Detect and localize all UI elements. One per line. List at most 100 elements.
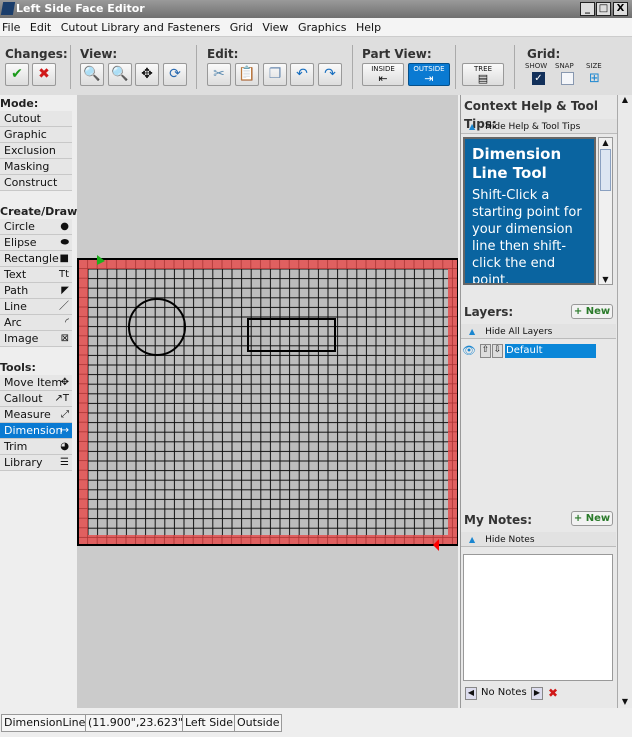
copy-icon[interactable]: ❐ [263, 63, 287, 86]
window-title: Left Side Face Editor [16, 2, 145, 15]
minimize-button[interactable]: _ [580, 2, 595, 16]
menu-edit[interactable]: Edit [30, 21, 51, 34]
tree-icon: ▤ [477, 72, 489, 85]
delete-note-icon[interactable]: ✖ [548, 686, 558, 700]
maximize-button[interactable]: □ [596, 2, 611, 16]
tool-measure[interactable]: Measure ⤢ [0, 407, 72, 423]
create-text[interactable]: Text Tt [0, 267, 72, 283]
notes-area[interactable] [463, 554, 613, 681]
item-label: Dimension [4, 424, 63, 437]
divider [70, 45, 71, 89]
move-layer-up-icon[interactable]: ⇧ [480, 344, 491, 358]
mode-header: Mode: [0, 97, 39, 110]
new-note-button[interactable]: + New [571, 511, 613, 526]
collapse-icon: ▲ [469, 535, 476, 544]
item-label: Measure [4, 408, 51, 421]
scroll-down-icon[interactable]: ▼ [599, 275, 612, 284]
mode-cutout[interactable]: Cutout [0, 111, 72, 127]
create-arc[interactable]: Arc ◜ [0, 315, 72, 331]
grid-show-checkbox[interactable]: ✓ [532, 72, 545, 85]
scroll-up-icon[interactable]: ▲ [599, 138, 612, 147]
create-header: Create/Draw: [0, 205, 82, 218]
hide-notes-label: Hide Notes [485, 535, 535, 545]
next-note-icon[interactable]: ▶ [531, 687, 543, 700]
scroll-down-icon[interactable]: ▼ [618, 697, 632, 706]
tool-library[interactable]: Library ☰ [0, 455, 72, 471]
menu-file[interactable]: File [2, 21, 20, 34]
notes-title: My Notes: [464, 513, 533, 527]
dimension-icon: ↦ [60, 425, 69, 436]
canvas-svg[interactable] [77, 95, 459, 708]
item-label: Text [4, 268, 27, 281]
menu-help[interactable]: Help [356, 21, 381, 34]
menu-view[interactable]: View [262, 21, 288, 34]
cut-icon[interactable]: ✂ [207, 63, 231, 86]
tool-trim[interactable]: Trim ◕ [0, 439, 72, 455]
mode-graphic[interactable]: Graphic [0, 127, 72, 143]
status-mode: DimensionLines [1, 714, 95, 732]
help-text: Shift-Click a starting point for your di… [472, 188, 582, 285]
item-label: Arc [4, 316, 22, 329]
mode-exclusion[interactable]: Exclusion [0, 143, 72, 159]
grid-size-icon[interactable]: ⊞ [589, 71, 600, 86]
library-icon: ☰ [60, 457, 69, 468]
help-heading: Dimension Line Tool [472, 145, 562, 182]
ellipse-icon: ⬬ [60, 237, 69, 248]
menu-grid[interactable]: Grid [230, 21, 253, 34]
pan-icon[interactable]: ✥ [135, 63, 159, 86]
accept-changes-button[interactable]: ✔ [5, 63, 29, 86]
undo-icon[interactable]: ↶ [290, 63, 314, 86]
part-grid [88, 269, 448, 535]
tree-button[interactable]: TREE ▤ [462, 63, 504, 86]
prev-note-icon[interactable]: ◀ [465, 687, 477, 700]
grid-snap-checkbox[interactable] [561, 72, 574, 85]
zoom-in-icon[interactable]: 🔍 [108, 63, 132, 86]
refresh-icon[interactable]: ⟳ [163, 63, 187, 86]
status-view: Outside [234, 714, 283, 732]
create-rectangle[interactable]: Rectangle ■ [0, 251, 72, 267]
inside-view-button[interactable]: INSIDE ⇤ [362, 63, 404, 86]
create-path[interactable]: Path ◤ [0, 283, 72, 299]
menu-bar: File Edit Cutout Library and Fasteners G… [0, 18, 632, 37]
menu-cutout-library[interactable]: Cutout Library and Fasteners [61, 21, 221, 34]
create-elipse[interactable]: Elipse ⬬ [0, 235, 72, 251]
hide-layers-toggle[interactable]: ▲ Hide All Layers [461, 324, 616, 339]
zoom-out-icon[interactable]: 🔍 [80, 63, 104, 86]
create-circle[interactable]: Circle ● [0, 219, 72, 235]
mode-construct[interactable]: Construct [0, 175, 72, 191]
close-button[interactable]: X [613, 2, 628, 16]
left-sidebar: Mode: Cutout Graphic Exclusion Masking C… [0, 95, 82, 708]
layer-default[interactable]: Default [505, 344, 596, 358]
divider [514, 45, 515, 89]
eye-icon[interactable]: 👁 [462, 344, 476, 357]
help-title: Context Help & Tool Tips: [464, 99, 599, 131]
help-scrollbar[interactable]: ▲ ▼ [598, 137, 613, 285]
tool-callout[interactable]: Callout ↗T [0, 391, 72, 407]
hide-help-toggle[interactable]: ▲ Hide Help & Tool Tips [461, 119, 617, 134]
status-side: Left Side [182, 714, 236, 732]
panel-scrollbar[interactable]: ▲ ▼ [617, 95, 632, 708]
outside-view-button[interactable]: OUTSIDE ⇥ [408, 63, 450, 86]
tool-dimension[interactable]: Dimension ↦ [0, 423, 72, 439]
mode-masking[interactable]: Masking [0, 159, 72, 175]
menu-graphics[interactable]: Graphics [298, 21, 347, 34]
hide-help-label: Hide Help & Tool Tips [485, 122, 581, 132]
scroll-thumb[interactable] [600, 149, 611, 191]
discard-changes-button[interactable]: ✖ [32, 63, 56, 86]
item-label: Image [4, 332, 39, 345]
hide-notes-toggle[interactable]: ▲ Hide Notes [461, 532, 616, 547]
divider [455, 45, 456, 89]
drawing-canvas[interactable] [77, 95, 459, 708]
create-image[interactable]: Image ⊠ [0, 331, 72, 347]
paste-icon[interactable]: 📋 [235, 63, 259, 86]
move-layer-down-icon[interactable]: ⇩ [492, 344, 503, 358]
item-label: Line [4, 300, 27, 313]
new-layer-button[interactable]: + New [571, 304, 613, 319]
redo-icon[interactable]: ↷ [318, 63, 342, 86]
scroll-up-icon[interactable]: ▲ [618, 95, 632, 104]
create-line[interactable]: Line ／ [0, 299, 72, 315]
hide-layers-label: Hide All Layers [485, 327, 553, 337]
tool-move-item[interactable]: Move Item ✥ [0, 375, 72, 391]
grid-label: Grid: [527, 47, 561, 61]
callout-icon: ↗T [54, 393, 70, 404]
